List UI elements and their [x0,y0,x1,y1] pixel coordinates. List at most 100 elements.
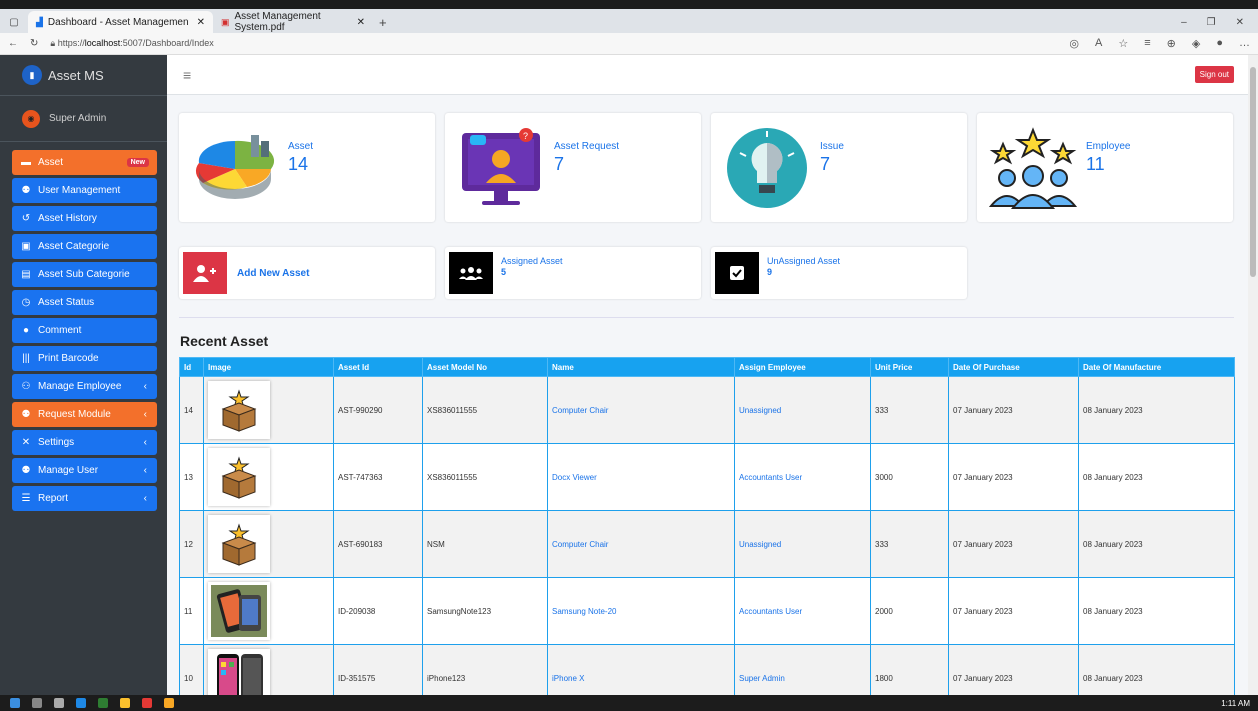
stat-value: 14 [288,153,309,174]
table-row[interactable]: 12 AST-690183 NSM Computer Chair Unassig… [179,510,1235,578]
sidebar-item-asset-history[interactable]: ↺ Asset History [12,206,157,231]
stat-label: Asset Request [554,140,620,152]
sign-out-button[interactable]: Sign out [1194,66,1234,83]
chevron-left-icon: ‹ [143,465,147,476]
sidebar-item-print-barcode[interactable]: ||| Print Barcode [12,346,157,371]
unassigned-asset-card[interactable]: UnAssigned Asset 9 [711,247,967,299]
column-header[interactable]: Date Of Purchase [948,357,1079,377]
cell-employee-link[interactable]: Super Admin [734,644,871,695]
tab-title: Asset Management System.pdf [234,11,321,33]
cell-employee-link[interactable]: Accountants User [734,577,871,645]
chrome-icon[interactable] [120,698,130,708]
stat-label: Employee [1086,140,1131,152]
vscode-icon[interactable] [76,698,86,708]
column-header[interactable]: Assign Employee [734,357,871,377]
table-row[interactable]: 13 AST-747363 XS836011555 Docx Viewer Ac… [179,443,1235,511]
new-tab-icon[interactable]: + [373,11,393,33]
cell-name-link[interactable]: iPhone X [547,644,735,695]
stat-card-asset[interactable]: Asset 14 [179,113,435,222]
scrollbar-thumb[interactable] [1250,67,1256,277]
table-row[interactable]: 11 ID-209038 SamsungNote123 Samsung Note… [179,577,1235,645]
close-icon[interactable]: ✕ [197,17,205,28]
minimize-icon[interactable]: – [1181,17,1187,28]
edge-icon[interactable] [98,698,108,708]
assigned-asset-card[interactable]: Assigned Asset 5 [445,247,701,299]
favorite-icon[interactable]: ☆ [1118,37,1128,50]
cell-name-link[interactable]: Computer Chair [547,510,735,578]
box-icon [208,448,270,506]
brand[interactable]: ▮ Asset MS [0,55,167,96]
sidebar-item-label: Manage Employee [38,381,122,392]
stat-value: 7 [820,153,831,174]
folder-icon[interactable] [164,698,174,708]
pie-chart-icon [187,120,282,215]
stat-card-issue[interactable]: Issue 7 [711,113,967,222]
column-header[interactable]: Asset Id [333,357,423,377]
table-row[interactable]: 10 ID-351575 iPhone123 iPhone X Super Ad… [179,644,1235,695]
close-icon[interactable]: ✕ [357,17,365,28]
cell-employee-link[interactable]: Accountants User [734,443,871,511]
search-icon[interactable] [32,698,42,708]
sidebar-item-asset-status[interactable]: ◷ Asset Status [12,290,157,315]
sidebar-item-settings[interactable]: ✕ Settings ‹ [12,430,157,455]
menu-icon[interactable]: ≡ [183,67,191,83]
box-icon [208,515,270,573]
tab-actions-icon[interactable]: ▢ [0,11,28,33]
location-icon[interactable]: ◎ [1069,37,1079,50]
app-icon[interactable] [142,698,152,708]
windows-start-icon[interactable] [10,698,20,708]
back-icon[interactable]: ← [8,38,18,49]
sidebar-item-report[interactable]: ☰ Report ‹ [12,486,157,511]
chevron-left-icon: ‹ [143,409,147,420]
column-header[interactable]: Unit Price [870,357,949,377]
shield-icon[interactable]: ◈ [1192,37,1200,50]
more-icon[interactable]: … [1239,37,1250,50]
sidebar-item-user-management[interactable]: ⚉ User Management [12,178,157,203]
sidebar-item-manage-user[interactable]: ⚉ Manage User ‹ [12,458,157,483]
column-header[interactable]: Asset Model No [422,357,548,377]
assigned-asset-count: 5 [501,266,507,277]
recent-asset-title: Recent Asset [180,333,269,349]
sidebar-item-request-module[interactable]: ⚉ Request Module ‹ [12,402,157,427]
table-row[interactable]: 14 AST-990290 XS836011555 Computer Chair… [179,376,1235,444]
tab-dashboard[interactable]: ▟ Dashboard - Asset Managemen ✕ [28,11,213,33]
sidebar-item-label: Asset Status [38,297,95,308]
sidebar-item-asset-categorie[interactable]: ▣ Asset Categorie [12,234,157,259]
tab-pdf[interactable]: ▣ Asset Management System.pdf ✕ [213,11,373,33]
column-header[interactable]: Name [547,357,735,377]
refresh-icon[interactable]: ↻ [30,38,38,49]
maximize-icon[interactable]: ❐ [1207,17,1216,28]
favorites-list-icon[interactable]: ≡ [1144,37,1150,50]
url-field[interactable]: 🔒︎ https://localhost:5007/Dashboard/Inde… [50,38,213,49]
add-new-asset-button[interactable]: Add New Asset [179,247,435,299]
user-panel[interactable]: ◉ Super Admin [0,96,167,142]
cell-employee-link[interactable]: Unassigned [734,510,871,578]
column-header[interactable]: Id [179,357,204,377]
sidebar-item-label: Comment [38,325,82,336]
read-aloud-icon[interactable]: A [1095,37,1102,50]
user-manage-icon: ⚉ [21,465,31,476]
task-view-icon[interactable] [54,698,64,708]
cell-price: 2000 [870,577,949,645]
cell-name-link[interactable]: Samsung Note-20 [547,577,735,645]
bar-chart-logo-icon: ▮ [22,65,42,85]
profile-avatar[interactable]: ● [1216,37,1223,50]
column-header[interactable]: Image [203,357,334,377]
stat-card-employee[interactable]: Employee 11 [977,113,1233,222]
close-window-icon[interactable]: ✕ [1236,17,1244,28]
cell-name-link[interactable]: Computer Chair [547,376,735,444]
os-taskbar: 1:11 AM [0,695,1258,711]
sidebar-item-asset[interactable]: ▬ Asset New [12,150,157,175]
stat-card-asset-request[interactable]: ? Asset Request 7 [445,113,701,222]
collections-icon[interactable]: ⊕ [1167,37,1176,50]
cell-employee-link[interactable]: Unassigned [734,376,871,444]
cell-purchase-date: 07 January 2023 [948,510,1079,578]
sidebar-item-asset-sub-categorie[interactable]: ▤ Asset Sub Categorie [12,262,157,287]
sidebar-item-manage-employee[interactable]: ⚇ Manage Employee ‹ [12,374,157,399]
barcode-icon: ||| [22,353,30,364]
column-header[interactable]: Date Of Manufacture [1078,357,1235,377]
brand-name: Asset MS [48,67,104,83]
cell-name-link[interactable]: Docx Viewer [547,443,735,511]
sidebar-item-comment[interactable]: ● Comment [12,318,157,343]
page-scrollbar[interactable] [1248,55,1258,695]
